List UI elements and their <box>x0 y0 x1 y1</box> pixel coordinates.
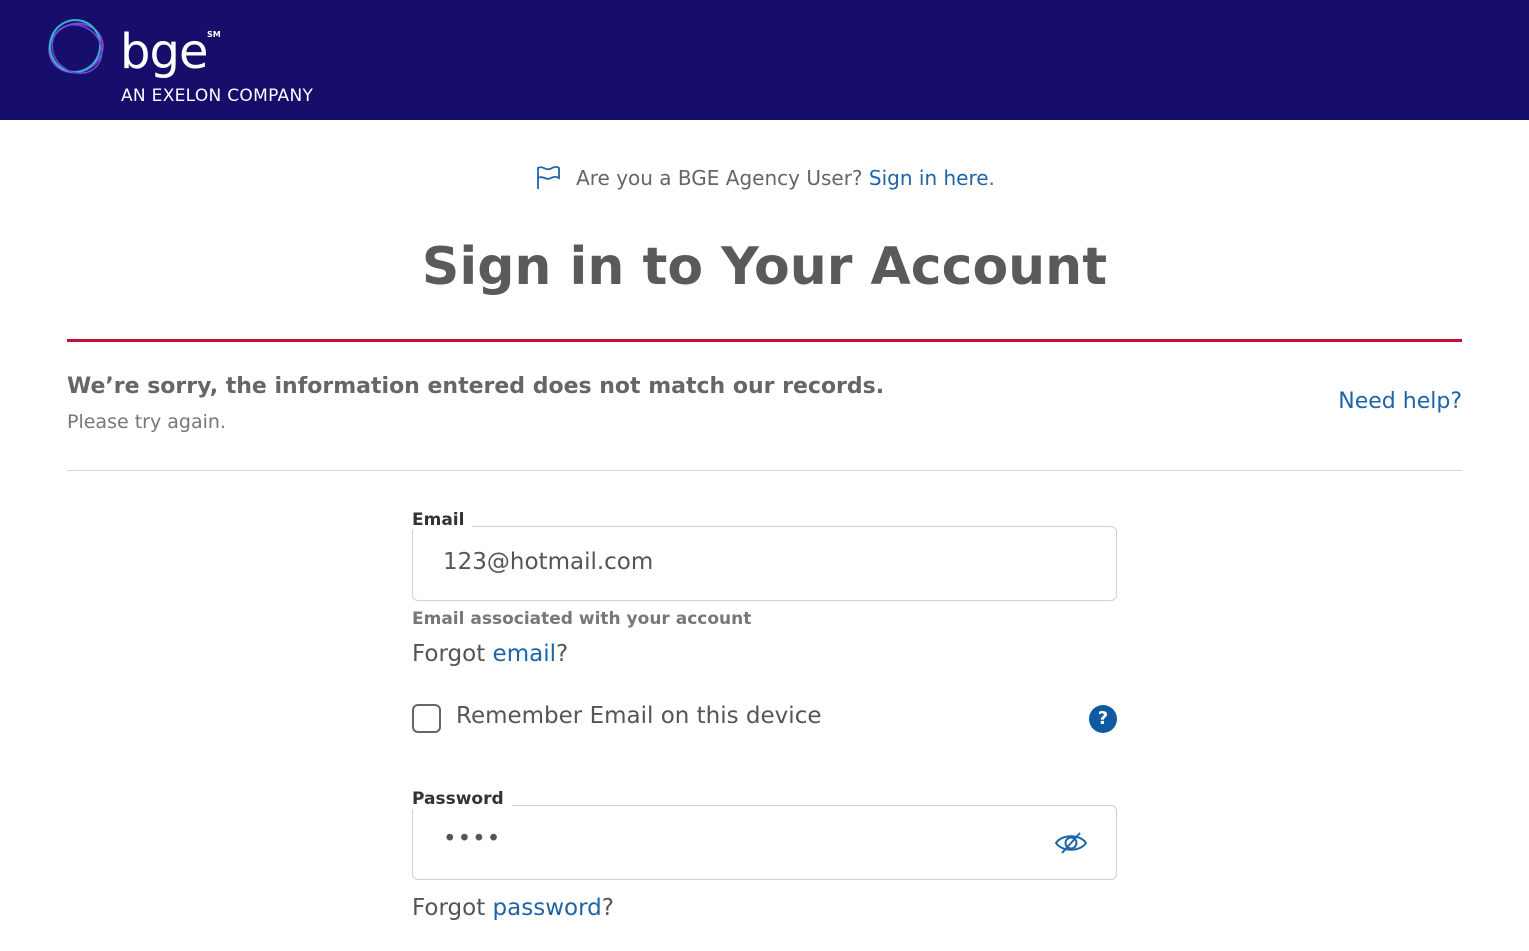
forgot-password-link[interactable]: password <box>493 895 602 921</box>
remember-email-label[interactable]: Remember Email on this device <box>456 703 821 729</box>
bge-logo-mark-icon <box>48 19 104 75</box>
password-label: Password <box>412 789 512 809</box>
error-title: We’re sorry, the information entered doe… <box>67 374 885 399</box>
email-label: Email <box>412 510 473 530</box>
error-divider <box>67 339 1462 342</box>
need-help-link[interactable]: Need help? <box>1338 389 1462 414</box>
section-divider <box>67 470 1462 471</box>
eye-slash-icon[interactable] <box>1054 830 1088 856</box>
agency-sign-in-link[interactable]: Sign in here <box>869 166 989 190</box>
flag-icon <box>537 165 560 189</box>
site-header: bge SM AN EXELON COMPANY <box>0 0 1529 120</box>
forgot-email-link[interactable]: email <box>493 641 556 667</box>
question-circle-icon[interactable]: ? <box>1089 705 1117 733</box>
agency-user-notice: Are you a BGE Agency User? Sign in here. <box>0 162 1529 194</box>
email-value: 123@hotmail.com <box>443 549 654 575</box>
forgot-email-prefix: Forgot <box>412 641 493 667</box>
forgot-password: Forgot password? <box>412 895 614 921</box>
remember-email-checkbox[interactable] <box>412 704 441 733</box>
forgot-email: Forgot email? <box>412 641 568 667</box>
error-subtitle: Please try again. <box>67 411 226 433</box>
bge-logo[interactable]: bge SM AN EXELON COMPANY <box>44 16 334 108</box>
password-value: •••• <box>443 826 502 852</box>
email-hint: Email associated with your account <box>412 609 752 629</box>
agency-prompt: Are you a BGE Agency User? <box>576 166 863 190</box>
forgot-password-suffix: ? <box>601 895 614 921</box>
password-field[interactable]: •••• <box>412 805 1117 880</box>
forgot-password-prefix: Forgot <box>412 895 493 921</box>
email-field[interactable]: 123@hotmail.com <box>412 526 1117 601</box>
remember-email-row: Remember Email on this device ? <box>412 703 1117 735</box>
forgot-email-suffix: ? <box>555 641 569 667</box>
page-title: Sign in to Your Account <box>421 237 1108 297</box>
brand-name: bge <box>120 24 208 80</box>
agency-suffix: . <box>988 166 995 190</box>
brand-service-mark: SM <box>207 30 221 39</box>
brand-tagline: AN EXELON COMPANY <box>121 86 314 106</box>
